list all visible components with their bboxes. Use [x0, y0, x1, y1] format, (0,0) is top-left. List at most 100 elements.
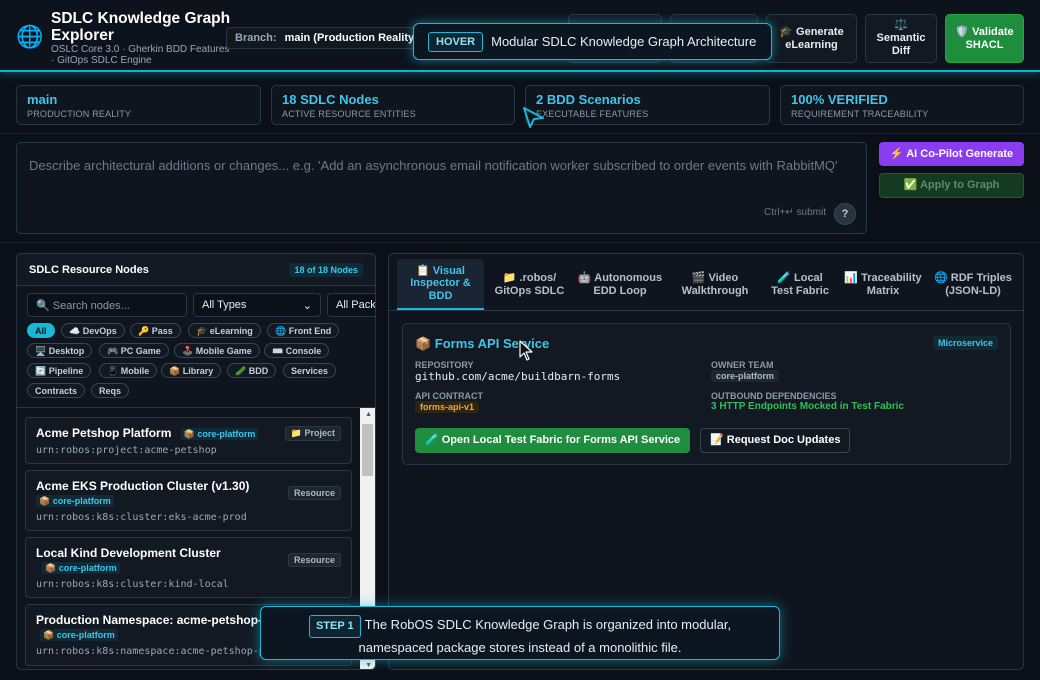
contract-label: API CONTRACT [415, 391, 483, 401]
step-tooltip: STEP 1 The RobOS SDLC Knowledge Graph is … [260, 606, 780, 660]
tab-autonomous-edd[interactable]: 🤖 Autonomous EDD Loop [575, 259, 665, 310]
submit-hint: Ctrl+↵ submit [764, 207, 827, 218]
stat-label: EXECUTABLE FEATURES [536, 109, 649, 119]
search-nodes-input[interactable]: 🔍 Search nodes... [27, 293, 187, 317]
node-urn: urn:robos:k8s:cluster:kind-local [36, 579, 229, 590]
tab-local-test-fabric[interactable]: 🧪 Local Test Fabric [765, 259, 835, 310]
generate-elearning-button[interactable]: 🎓 Generate eLearning [766, 14, 857, 63]
repository-value: github.com/acme/buildbarn-forms [415, 370, 621, 383]
dependencies-value: 3 HTTP Endpoints Mocked in Test Fabric [711, 401, 904, 412]
type-filter-value: All Types [202, 299, 247, 311]
stat-label: PRODUCTION REALITY [27, 109, 132, 119]
filter-chip-pipeline[interactable]: 🔄 Pipeline [27, 363, 92, 378]
ai-copilot-generate-button[interactable]: ⚡ AI Co-Pilot Generate [879, 142, 1024, 166]
request-doc-updates-button[interactable]: 📝 Request Doc Updates [700, 428, 851, 453]
node-urn: urn:robos:k8s:cluster:eks-acme-prod [36, 512, 247, 523]
filter-chip-contracts[interactable]: Contracts [27, 383, 86, 398]
tab-visual-inspector[interactable]: 📋 Visual Inspector & BDD [397, 259, 484, 310]
filter-chip-desktop[interactable]: 🖥️ Desktop [27, 343, 93, 358]
stat-value: main [27, 92, 58, 107]
node-package: 📦 core-platform [42, 562, 120, 574]
semantic-diff-button[interactable]: ⚖️ Semantic Diff [865, 14, 937, 63]
branch-label: Branch: [235, 32, 277, 44]
filter-chip-pass[interactable]: 🔑 Pass [130, 323, 181, 338]
filter-chip-console[interactable]: ⌨️ Console [264, 343, 330, 358]
node-urn: urn:robos:project:acme-petshop [36, 445, 217, 456]
node-package: 📦 core-platform [36, 495, 114, 507]
filter-chip-mobile-game[interactable]: 🕹️ Mobile Game [174, 343, 260, 358]
chevron-down-icon: ⌄ [302, 300, 312, 312]
repository-label: REPOSITORY [415, 360, 474, 370]
stat-branch: main PRODUCTION REALITY [16, 85, 261, 125]
node-type-badge: Resource [287, 553, 341, 567]
branch-selector[interactable]: Branch: main (Production Reality) [226, 27, 416, 49]
divider [0, 133, 1040, 134]
contract-value: forms-api-v1 [415, 401, 480, 413]
tab-rdf-triples[interactable]: 🌐 RDF Triples (JSON-LD) [931, 259, 1015, 310]
nodes-count-badge: 18 of 18 Nodes [289, 263, 363, 277]
type-filter-select[interactable]: All Types ⌄ [193, 293, 321, 317]
node-title: Production Namespace: acme-petshop-prod [36, 613, 289, 627]
node-card[interactable]: Acme Petshop Platform 📦 core-platform 📁 … [25, 417, 352, 464]
filter-chip-bdd[interactable]: 🥒 BDD [227, 363, 277, 378]
scrollbar-thumb[interactable] [362, 424, 373, 476]
owner-label: OWNER TEAM [711, 360, 774, 370]
stat-value: 18 SDLC Nodes [282, 92, 379, 107]
architecture-prompt-input[interactable]: Describe architectural additions or chan… [16, 142, 867, 234]
node-title: Acme EKS Production Cluster (v1.30) [36, 479, 250, 493]
help-button[interactable]: ? [834, 203, 856, 225]
filter-chip-services[interactable]: Services [283, 363, 337, 378]
stat-label: REQUIREMENT TRACEABILITY [791, 109, 929, 119]
nodes-panel-title: SDLC Resource Nodes [29, 264, 149, 276]
open-test-fabric-button[interactable]: 🧪 Open Local Test Fabric for Forms API S… [415, 428, 691, 453]
stat-nodes: 18 SDLC Nodes ACTIVE RESOURCE ENTITIES [271, 85, 515, 125]
nodes-panel-header: SDLC Resource Nodes 18 of 18 Nodes [17, 254, 375, 286]
node-package: 📦 core-platform [40, 629, 118, 641]
apply-to-graph-button[interactable]: ✅ Apply to Graph [879, 173, 1024, 198]
pointer-cursor-icon [523, 107, 544, 128]
stat-scenarios: 2 BDD Scenarios EXECUTABLE FEATURES [525, 85, 770, 125]
tab-traceability-matrix[interactable]: 📊 Traceability Matrix [843, 259, 923, 310]
globe-icon: 🌐 [16, 24, 44, 49]
step-text: The RobOS SDLC Knowledge Graph is organi… [358, 617, 732, 655]
node-card[interactable]: Local Kind Development Cluster 📦 core-pl… [25, 537, 352, 598]
filter-chip-mobile[interactable]: 📱 Mobile [99, 363, 158, 378]
package-filter-value: All Packages [336, 299, 376, 311]
tab-divider [389, 310, 1023, 311]
hover-text: Modular SDLC Knowledge Graph Architectur… [491, 34, 757, 49]
node-title: Local Kind Development Cluster [36, 546, 221, 560]
package-filter-select[interactable]: All Packages [327, 293, 376, 317]
node-title: Acme Petshop Platform [36, 426, 172, 440]
filter-chip-pc-game[interactable]: 🎮 PC Game [99, 343, 169, 358]
tab-gitops-sdlc[interactable]: 📁 .robos/ GitOps SDLC [492, 259, 567, 310]
app-title: SDLC Knowledge Graph Explorer [51, 10, 231, 44]
detail-type-badge: Microservice [932, 336, 998, 350]
scroll-up-icon[interactable]: ▲ [365, 411, 372, 418]
tab-video-walkthrough[interactable]: 🎬 Video Walkthrough [673, 259, 757, 310]
node-detail-card: 📦 Forms API Service Microservice REPOSIT… [402, 323, 1011, 465]
filter-chip-library[interactable]: 📦 Library [161, 363, 222, 378]
mouse-cursor-icon [519, 340, 533, 361]
node-type-badge: Resource [287, 486, 341, 500]
filter-chip-all[interactable]: All [27, 323, 55, 338]
stat-label: ACTIVE RESOURCE ENTITIES [282, 109, 416, 119]
node-package: 📦 core-platform [180, 428, 259, 440]
node-type-badge: 📁 Project [284, 426, 341, 441]
owner-value: core-platform [711, 370, 780, 382]
hover-tooltip: HOVER Modular SDLC Knowledge Graph Archi… [413, 23, 772, 60]
validate-shacl-button[interactable]: 🛡️ Validate SHACL [945, 14, 1024, 63]
step-tag: STEP 1 [308, 615, 361, 638]
hover-tag: HOVER [428, 31, 484, 52]
app-subtitle: OSLC Core 3.0 · Gherkin BDD Features · G… [51, 44, 230, 66]
stat-value: 2 BDD Scenarios [536, 92, 641, 107]
scroll-down-icon[interactable]: ▼ [365, 662, 372, 669]
filter-chip-reqs[interactable]: Reqs [91, 383, 130, 398]
filter-chip-front-end[interactable]: 🌐 Front End [267, 323, 340, 338]
stat-traceability: 100% VERIFIED REQUIREMENT TRACEABILITY [780, 85, 1024, 125]
node-card[interactable]: Acme EKS Production Cluster (v1.30) 📦 co… [25, 470, 352, 531]
dependencies-label: OUTBOUND DEPENDENCIES [711, 391, 837, 401]
filter-chip-devops[interactable]: ☁️ DevOps [61, 323, 125, 338]
branch-value: main (Production Reality) [284, 32, 416, 44]
filter-chip-elearning[interactable]: 🎓 eLearning [188, 323, 261, 338]
divider [0, 242, 1040, 243]
